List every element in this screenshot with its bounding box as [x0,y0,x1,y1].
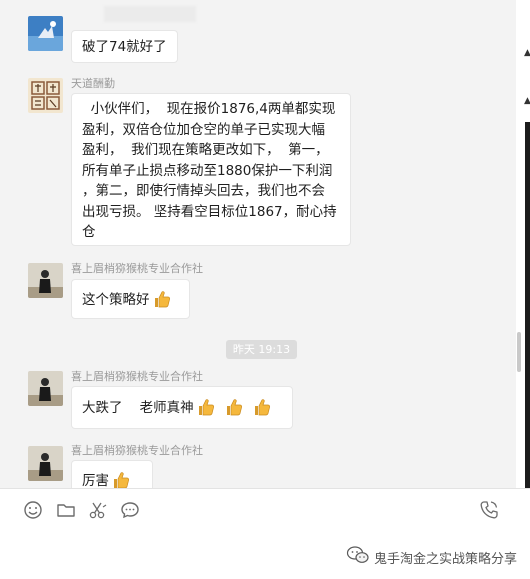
sender-name-obscured [104,6,196,22]
folder-icon[interactable] [55,499,77,521]
thumbs-up-emoji-icon [111,470,131,488]
phone-icon[interactable] [478,499,500,521]
message-line: 出现亏损。 坚持看空目标位1867，耐心持 [82,203,337,220]
message-line: 小伙伴们， 现在报价1876,4两单都实现 [82,101,336,117]
chat-scrollbar[interactable] [517,332,521,372]
timestamp-divider: 昨天 19:13 [226,340,297,359]
message-bubble[interactable]: 破了74就好了 [71,30,178,63]
message-line: 盈利，双倍仓位加仓空的单子已实现大幅 [82,121,325,138]
message-bubble[interactable]: 小伙伴们， 现在报价1876,4两单都实现 盈利，双倍仓位加仓空的单子已实现大幅… [71,93,351,246]
message-text: 这个策略好 [82,292,150,308]
message-line: ，第二，即使行情掉头回去，我们也不会 [82,183,325,199]
thumbs-up-emoji-icon [152,289,172,309]
message-line: 仓 [82,224,96,240]
message-line: 所有单子止损点移动至1880保护一下利润 [82,162,333,179]
message-text: 大跌了 老师真神 [82,400,194,416]
avatar[interactable] [28,446,63,481]
sender-name: 天道酬勤 [71,77,115,90]
avatar[interactable] [28,371,63,406]
sender-name: 喜上眉梢猕猴桃专业合作社 [71,370,203,383]
edge-glyph: ▲ [524,48,530,58]
message-text: 厉害 [82,473,109,488]
message-input-area[interactable]: 鬼手淘金之实战策略分享 [0,488,530,579]
thumbs-up-emoji-icon [196,397,216,417]
thumbs-up-emoji-icon [252,397,272,417]
adjacent-window-panel [525,122,530,488]
wechat-logo-icon [346,545,370,569]
message-bubble[interactable]: 这个策略好 [71,279,190,319]
scissors-icon[interactable] [86,499,108,521]
avatar[interactable] [28,263,63,298]
watermark-text: 鬼手淘金之实战策略分享 [374,551,518,567]
avatar[interactable] [28,78,63,113]
watermark: 鬼手淘金之实战策略分享 [346,545,517,569]
message-line: 盈利， 我们现在策略更改如下， 第一， [82,142,329,158]
message-bubble[interactable]: 大跌了 老师真神 [71,386,293,429]
thumbs-up-emoji-icon [224,397,244,417]
sender-name: 喜上眉梢猕猴桃专业合作社 [71,444,203,457]
message-bubble[interactable]: 厉害 [71,460,153,488]
sender-name: 喜上眉梢猕猴桃专业合作社 [71,262,203,275]
avatar[interactable] [28,16,63,51]
adjacent-window-edge: ▲ ▲ [516,0,530,488]
message-text: 破了74就好了 [82,39,167,55]
chat-history-icon[interactable] [119,499,141,521]
edge-glyph: ▲ [524,96,530,106]
emoji-icon[interactable] [22,499,44,521]
chat-area: 破了74就好了 天道酬勤 小伙伴们， 现在报价1876,4两单都实现 盈利，双倍… [0,0,516,488]
